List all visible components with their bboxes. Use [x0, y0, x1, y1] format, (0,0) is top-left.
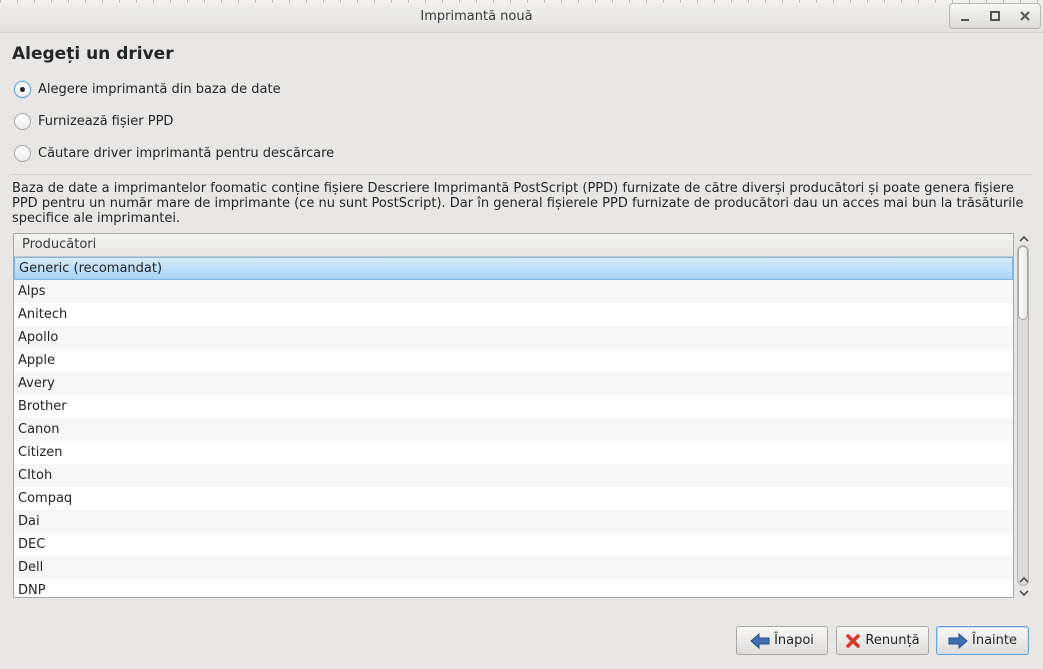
chevron-up-icon	[1018, 576, 1029, 583]
vertical-scrollbar[interactable]	[1016, 233, 1031, 599]
radio-checked-dot	[20, 86, 25, 92]
chevron-down-icon	[1018, 590, 1029, 597]
minimize-icon	[961, 19, 969, 21]
scroll-down-button[interactable]	[1016, 587, 1031, 599]
close-button[interactable]	[1010, 4, 1040, 28]
window-titlebar[interactable]: Imprimantă nouă	[0, 0, 1043, 33]
minimize-button[interactable]	[950, 4, 980, 28]
list-item[interactable]: Apple	[14, 349, 1013, 372]
list-item[interactable]: Dai	[14, 510, 1013, 533]
scroll-up-button[interactable]	[1016, 233, 1031, 245]
list-item[interactable]: DEC	[14, 533, 1013, 556]
radio-button[interactable]	[14, 144, 31, 162]
close-icon	[1020, 11, 1030, 21]
separator	[12, 174, 1032, 175]
cancel-x-icon	[845, 633, 861, 649]
titlebar-decoration	[0, 0, 1043, 3]
list-item[interactable]: Compaq	[14, 487, 1013, 510]
manufacturer-list[interactable]: Producători Generic (recomandat) Alps Anit…	[13, 233, 1014, 598]
list-item[interactable]: DNP	[14, 579, 1013, 597]
radio-label: Căutare driver imprimantă pentru descărc…	[38, 145, 335, 161]
scroll-track[interactable]	[1017, 245, 1029, 586]
window-title: Imprimantă nouă	[420, 9, 533, 24]
arrow-right-icon	[948, 632, 968, 649]
next-button[interactable]: Înainte	[936, 626, 1029, 655]
radio-option-database[interactable]: Alegere imprimantă din baza de date	[14, 79, 281, 99]
list-item[interactable]: Brother	[14, 395, 1013, 418]
list-item[interactable]: Avery	[14, 372, 1013, 395]
column-header-manufacturers[interactable]: Producători	[14, 234, 1013, 257]
list-item[interactable]: Canon	[14, 418, 1013, 441]
back-button[interactable]: Înapoi	[736, 626, 828, 655]
list-item[interactable]: Dell	[14, 556, 1013, 579]
page-title: Alegeți un driver	[12, 44, 174, 64]
list-item[interactable]: Citizen	[14, 441, 1013, 464]
list-item[interactable]: Anitech	[14, 303, 1013, 326]
maximize-icon	[990, 11, 1000, 21]
chevron-up-icon	[1018, 235, 1029, 242]
radio-option-ppd-file[interactable]: Furnizează fișier PPD	[14, 111, 173, 131]
radio-button[interactable]	[14, 112, 31, 130]
list-item[interactable]: Apollo	[14, 326, 1013, 349]
cancel-button-label: Renunță	[865, 633, 920, 648]
radio-button[interactable]	[14, 80, 31, 98]
radio-label: Alegere imprimantă din baza de date	[38, 81, 281, 97]
back-button-label: Înapoi	[774, 633, 814, 648]
window-controls	[949, 3, 1041, 29]
cancel-button[interactable]: Renunță	[836, 626, 929, 655]
description-text: Baza de date a imprimantelor foomatic co…	[12, 181, 1024, 226]
arrow-left-icon	[750, 632, 770, 649]
maximize-button[interactable]	[980, 4, 1010, 28]
next-button-label: Înainte	[972, 633, 1017, 648]
radio-option-download-driver[interactable]: Căutare driver imprimantă pentru descărc…	[14, 143, 334, 163]
radio-label: Furnizează fișier PPD	[38, 113, 174, 129]
list-item[interactable]: Alps	[14, 280, 1013, 303]
list-body: Generic (recomandat) Alps Anitech Apollo App…	[14, 257, 1013, 597]
scroll-up-lower-button[interactable]	[1016, 574, 1031, 586]
list-item[interactable]: CItoh	[14, 464, 1013, 487]
list-item[interactable]: Generic (recomandat)	[14, 257, 1013, 280]
scroll-thumb[interactable]	[1018, 246, 1028, 320]
